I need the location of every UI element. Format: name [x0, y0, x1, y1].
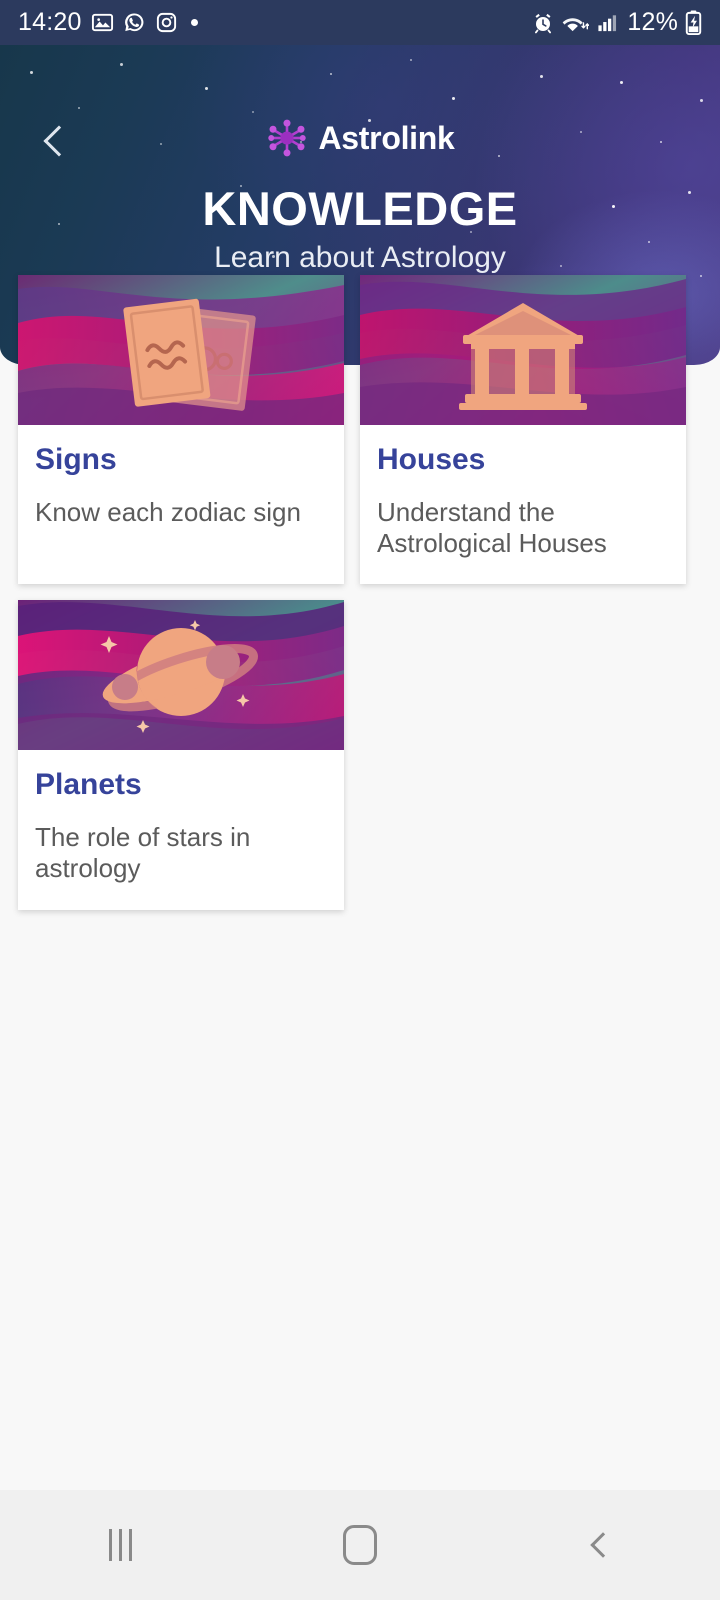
- astrolink-molecule-logo: [267, 119, 306, 157]
- status-bar-clock: 14:20: [18, 8, 82, 36]
- nav-recents-button[interactable]: [0, 1490, 240, 1600]
- saturn-planet-illustration: [18, 600, 344, 751]
- wifi-icon: [563, 18, 590, 32]
- app-screen: 14:20 12% Astrolink KNOWLEDGE Learn abou…: [0, 0, 720, 1600]
- nav-back-button[interactable]: [480, 1490, 720, 1600]
- knowledge-card-signs[interactable]: Signs Know each zodiac sign: [18, 275, 344, 585]
- status-bar-left: 14:20: [18, 8, 198, 37]
- brand-logo: Astrolink: [0, 117, 720, 159]
- knowledge-card-planets[interactable]: Planets The role of stars in astrology: [18, 600, 344, 910]
- home-icon: [343, 1525, 377, 1565]
- greek-temple-illustration: [360, 275, 686, 425]
- signal-icon: [598, 15, 617, 32]
- card-title-planets: Planets: [35, 768, 142, 802]
- instagram-icon: [156, 12, 176, 33]
- back-icon: [589, 1532, 616, 1558]
- card-body-houses: Houses Understand the Astrological House…: [360, 425, 686, 584]
- status-bar: 14:20 12%: [0, 0, 720, 45]
- back-button[interactable]: [30, 115, 82, 167]
- card-body-signs: Signs Know each zodiac sign: [18, 425, 344, 554]
- card-description-houses: Understand the Astrological Houses: [377, 497, 607, 558]
- card-description-planets: The role of stars in astrology: [35, 822, 251, 884]
- alarm-icon: [535, 13, 552, 33]
- card-body-planets: Planets The role of stars in astrology: [18, 750, 344, 909]
- page-subtitle: Learn about Astrology: [214, 241, 506, 274]
- brand-name-label: Astrolink: [318, 119, 455, 156]
- status-bar-right: 12%: [531, 8, 702, 37]
- notification-dot-icon: [190, 19, 198, 26]
- android-navigation-bar: [0, 1490, 720, 1600]
- page-title: KNOWLEDGE: [202, 182, 518, 235]
- knowledge-card-grid: Signs Know each zodiac sign Houses Under…: [18, 275, 702, 910]
- card-description-signs: Know each zodiac sign: [35, 497, 301, 527]
- nav-home-button[interactable]: [240, 1490, 480, 1600]
- chevron-left-icon: [43, 125, 75, 157]
- card-title-houses: Houses: [377, 443, 486, 476]
- knowledge-card-houses[interactable]: Houses Understand the Astrological House…: [360, 275, 686, 585]
- battery-charging-icon: [685, 10, 702, 35]
- zodiac-cards-illustration: [18, 275, 344, 425]
- card-title-signs: Signs: [35, 443, 117, 476]
- whatsapp-icon: [124, 13, 143, 32]
- recents-icon: [108, 1529, 132, 1561]
- gallery-icon: [91, 13, 113, 32]
- battery-percent-label: 12%: [627, 8, 678, 36]
